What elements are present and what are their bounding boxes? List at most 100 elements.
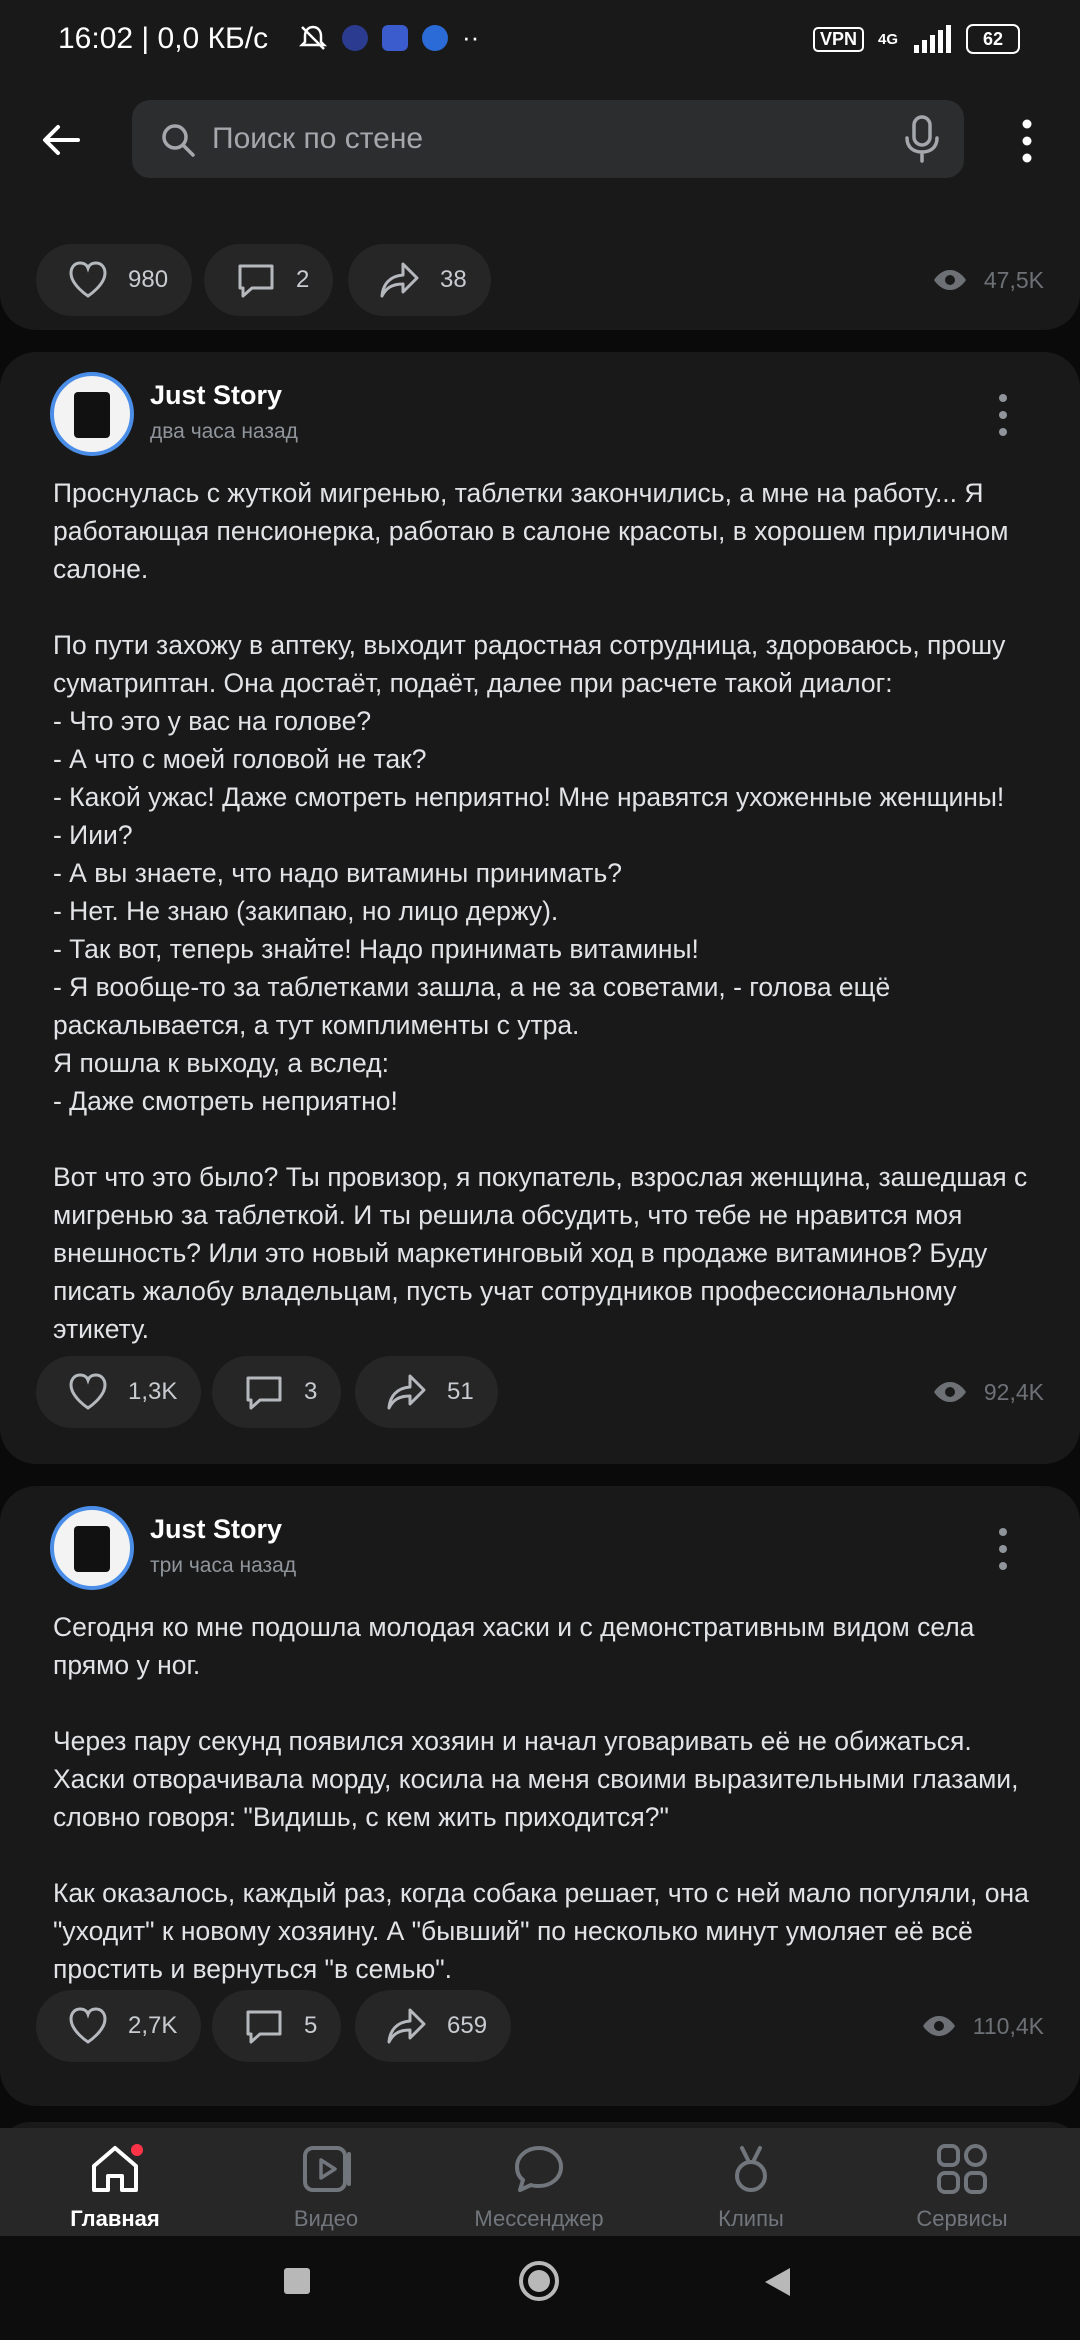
post-time: три часа назад xyxy=(150,1554,297,1577)
post-line: Я пошла к выходу, а вслед: xyxy=(53,1048,389,1078)
bottom-tab-bar: Главная Видео Мессенджер Клипы Сервисы xyxy=(0,2128,1080,2236)
tab-label: Клипы xyxy=(718,2206,784,2231)
post-time: два часа назад xyxy=(150,420,298,443)
post-line: - Какой ужас! Даже смотреть неприятно! М… xyxy=(53,782,1005,812)
post-actions: 1,3K 3 51 92,4K xyxy=(0,1356,1080,1432)
tab-label: Главная xyxy=(70,2206,160,2231)
post-line: - Иии? xyxy=(53,820,133,850)
views-count: 47,5K xyxy=(983,266,1044,293)
battery-icon: 62 xyxy=(966,24,1020,54)
back-nav-icon[interactable] xyxy=(762,2266,792,2298)
like-button[interactable]: 980 xyxy=(36,244,193,316)
like-button[interactable]: 1,3K xyxy=(36,1356,202,1428)
post-line: - Я вообще-то за таблетками зашла, а не … xyxy=(53,972,891,1040)
app-notification-icon xyxy=(382,24,408,51)
tab-home[interactable]: Главная xyxy=(25,2140,205,2232)
share-button[interactable]: 38 xyxy=(348,244,491,316)
post-paragraph: Как оказалось, каждый раз, когда собака … xyxy=(53,1874,1033,1988)
post-text: Сегодня ко мне подошла молодая хаски и с… xyxy=(53,1608,1033,1988)
like-count: 1,3K xyxy=(128,1378,178,1405)
comment-count: 2 xyxy=(296,266,310,293)
search-icon xyxy=(162,124,195,157)
heart-icon xyxy=(69,2007,107,2044)
like-button[interactable]: 2,7K xyxy=(36,1990,202,2062)
post-line: Сегодня ко мне подошла молодая хаски и с… xyxy=(53,1612,975,1680)
tab-messenger[interactable]: Мессенджер xyxy=(449,2140,629,2232)
like-count: 980 xyxy=(128,266,169,293)
views-counter: 110,4K xyxy=(921,2008,1044,2044)
post-card: Just Story два часа назад Проснулась с ж… xyxy=(0,352,1080,1464)
video-icon xyxy=(303,2146,351,2192)
comment-button[interactable]: 2 xyxy=(204,244,334,316)
comment-button[interactable]: 3 xyxy=(212,1356,342,1428)
search-input[interactable]: Поиск по стене xyxy=(132,100,964,178)
share-icon xyxy=(387,2008,426,2044)
app-notification-icon xyxy=(342,24,368,51)
comment-icon xyxy=(246,2010,282,2044)
comment-button[interactable]: 5 xyxy=(212,1990,342,2062)
post-actions: 2,7K 5 659 110,4K xyxy=(0,1990,1080,2066)
post-paragraph: Через пару секунд появился хозяин и нача… xyxy=(53,1722,1033,1836)
post-menu-icon[interactable] xyxy=(990,392,1016,438)
post-line: Через пару секунд появился хозяин и нача… xyxy=(53,1726,1019,1832)
post-menu-icon[interactable] xyxy=(990,1526,1016,1572)
eye-icon xyxy=(922,2016,955,2036)
comment-count: 3 xyxy=(304,1378,318,1405)
post-line: Как оказалось, каждый раз, когда собака … xyxy=(53,1878,1029,1984)
back-arrow-icon[interactable] xyxy=(38,116,86,164)
post-paragraph: Проснулась с жуткой мигренью, таблетки з… xyxy=(53,474,1033,588)
app-notification-icon xyxy=(422,24,448,51)
tab-services[interactable]: Сервисы xyxy=(872,2140,1052,2232)
tab-clips[interactable]: Клипы xyxy=(661,2140,841,2232)
search-placeholder: Поиск по стене xyxy=(212,122,424,155)
tab-label: Сервисы xyxy=(916,2206,1008,2231)
post-line: Вот что это было? Ты провизор, я покупат… xyxy=(53,1162,1028,1344)
tab-video[interactable]: Видео xyxy=(236,2140,416,2232)
post-line: - Даже смотреть неприятно! xyxy=(53,1086,398,1116)
microphone-icon[interactable] xyxy=(900,114,944,164)
share-count: 51 xyxy=(447,1378,474,1405)
post-text: Проснулась с жуткой мигренью, таблетки з… xyxy=(53,474,1033,1348)
post-author[interactable]: Just Story xyxy=(150,1514,282,1545)
comment-count: 5 xyxy=(304,2012,318,2039)
home-nav-icon[interactable] xyxy=(518,2260,560,2302)
avatar[interactable] xyxy=(50,1506,134,1590)
post-paragraph: Сегодня ко мне подошла молодая хаски и с… xyxy=(53,1608,1033,1684)
post-line: - Нет. Не знаю (закипаю, но лицо держу). xyxy=(53,896,559,926)
post-line: Проснулась с жуткой мигренью, таблетки з… xyxy=(53,478,1009,584)
views-counter: 92,4K xyxy=(932,1374,1044,1410)
eye-icon xyxy=(933,270,966,290)
status-notification-icons: ·· xyxy=(298,22,479,53)
post-line: - Что это у вас на голове? xyxy=(53,706,372,736)
tab-label: Мессенджер xyxy=(474,2206,604,2231)
services-icon xyxy=(937,2144,987,2194)
post-paragraph: По пути захожу в аптеку, выходит радостн… xyxy=(53,626,1033,1120)
post-line: - А что с моей головой не так? xyxy=(53,744,427,774)
comment-icon xyxy=(238,264,274,298)
post-actions: 980 2 38 47,5K xyxy=(0,244,1080,320)
eye-icon xyxy=(933,1382,966,1402)
system-nav-bar xyxy=(0,2236,1080,2340)
share-icon xyxy=(387,1374,426,1410)
share-icon xyxy=(380,262,419,298)
comment-icon xyxy=(246,1376,282,1410)
bell-muted-icon xyxy=(298,25,328,50)
post-line: - А вы знаете, что надо витамины принима… xyxy=(53,858,622,888)
views-count: 92,4K xyxy=(983,1378,1044,1405)
share-button[interactable]: 51 xyxy=(355,1356,498,1428)
views-count: 110,4K xyxy=(972,2012,1044,2039)
heart-icon xyxy=(69,261,107,298)
status-right: VPN 4G 62 xyxy=(812,24,1020,54)
share-count: 659 xyxy=(447,2012,488,2039)
status-bar: 16:02 | 0,0 КБ/с ·· VPN 4G 62 xyxy=(0,0,1080,80)
avatar[interactable] xyxy=(50,372,134,456)
share-count: 38 xyxy=(440,266,467,293)
post-author[interactable]: Just Story xyxy=(150,380,282,411)
vpn-badge: VPN xyxy=(812,26,864,52)
messenger-icon xyxy=(515,2146,563,2192)
more-vertical-icon[interactable] xyxy=(1012,116,1042,166)
recents-icon[interactable] xyxy=(282,2266,312,2296)
share-button[interactable]: 659 xyxy=(355,1990,512,2062)
post-paragraph: Вот что это было? Ты провизор, я покупат… xyxy=(53,1158,1033,1348)
signal-icon xyxy=(914,25,951,53)
